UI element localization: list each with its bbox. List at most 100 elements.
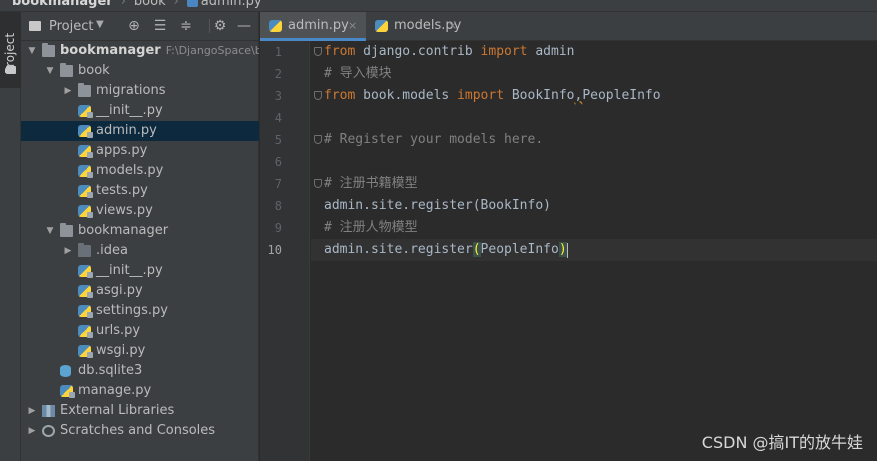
project-tool-button[interactable]: Project xyxy=(0,12,21,88)
collapse-all-icon[interactable]: ≑ xyxy=(177,17,195,35)
python-file-icon xyxy=(78,285,93,298)
line-number: 3 xyxy=(274,89,282,103)
code-line[interactable]: # 注册书籍模型 xyxy=(311,173,877,195)
code-token: ( xyxy=(472,242,481,257)
code-line[interactable]: # Register your models here. xyxy=(311,129,877,151)
tree-item-label: db.sqlite3 xyxy=(78,361,142,381)
code-token: django.contrib xyxy=(355,44,481,59)
folder-icon xyxy=(60,63,73,77)
code-line[interactable] xyxy=(311,151,877,173)
code-token: import xyxy=(480,44,528,59)
tree-item-name: asgi.py xyxy=(96,283,143,298)
chevron-right-icon[interactable]: ▶ xyxy=(27,401,37,421)
chevron-right-icon[interactable]: ▶ xyxy=(63,81,73,101)
code-line[interactable]: from django.contrib import admin xyxy=(311,41,877,63)
fold-marker-icon[interactable] xyxy=(314,91,322,100)
line-number: 1 xyxy=(274,45,282,59)
line-number: 7 xyxy=(274,177,282,191)
tree-item-name: Scratches and Consoles xyxy=(60,423,216,438)
chevron-down-icon[interactable]: ▼ xyxy=(45,61,55,81)
fold-marker-icon[interactable] xyxy=(314,47,322,56)
code-token: from xyxy=(324,44,356,59)
python-file-icon xyxy=(269,20,282,32)
breadcrumb-folder[interactable]: book xyxy=(134,0,166,9)
tree-item[interactable]: ▼ bookmanager xyxy=(21,221,259,241)
tree-item[interactable]: ▶ Scratches and Consoles xyxy=(21,421,259,441)
python-file-icon xyxy=(78,165,93,178)
tree-item-label: admin.py xyxy=(96,121,157,141)
folder-icon xyxy=(6,66,16,74)
fold-marker-icon[interactable] xyxy=(314,135,322,144)
tree-item[interactable]: ▼ bookmanager F:\DjangoSpace\b xyxy=(21,41,259,61)
code-token: # 注册书籍模型 xyxy=(324,176,418,191)
expand-all-icon[interactable]: ☰ xyxy=(151,17,169,35)
close-icon[interactable]: × xyxy=(448,12,457,40)
tree-item-label: __init__.py xyxy=(96,261,163,281)
code-editor[interactable]: from django.contrib import admin # 导入模块 fr… xyxy=(311,41,877,461)
fold-marker-icon[interactable] xyxy=(314,179,322,188)
tab-admin-py[interactable]: admin.py × xyxy=(260,12,366,41)
python-file-icon xyxy=(78,125,93,138)
tree-item[interactable]: apps.py xyxy=(21,141,259,161)
tree-item-name: models.py xyxy=(96,163,164,178)
tree-item-name: apps.py xyxy=(96,143,148,158)
code-line[interactable]: # 导入模块 xyxy=(311,63,877,85)
tree-item[interactable]: db.sqlite3 xyxy=(21,361,259,381)
tree-item-label: bookmanager xyxy=(78,221,168,241)
hide-panel-icon[interactable]: — xyxy=(235,17,253,35)
code-line[interactable]: from book.models import BookInfo,PeopleI… xyxy=(311,85,877,107)
tree-item[interactable]: models.py xyxy=(21,161,259,181)
tree-item[interactable]: wsgi.py xyxy=(21,341,259,361)
code-line[interactable]: admin.site.register(BookInfo) xyxy=(311,195,877,217)
database-icon xyxy=(60,365,71,377)
tree-item[interactable]: admin.py xyxy=(21,121,259,141)
breadcrumb-file[interactable]: admin.py xyxy=(201,0,262,9)
tree-item[interactable]: tests.py xyxy=(21,181,259,201)
project-panel: Project ▼ ⊕ ☰ ≑ ⚙ — ▼ bookmanager F:\Djang… xyxy=(21,12,259,461)
project-view-selector[interactable]: Project xyxy=(49,19,93,34)
python-file-icon xyxy=(60,385,75,398)
tree-item[interactable]: manage.py xyxy=(21,381,259,401)
line-number: 8 xyxy=(274,199,282,213)
tree-item-label: tests.py xyxy=(96,181,148,201)
tree-item[interactable]: settings.py xyxy=(21,301,259,321)
tree-item[interactable]: asgi.py xyxy=(21,281,259,301)
line-number: 10 xyxy=(267,243,282,257)
tree-item[interactable]: ▶ .idea xyxy=(21,241,259,261)
code-text: from book.models import BookInfo,PeopleI… xyxy=(324,85,661,107)
python-file-icon xyxy=(78,265,93,278)
tab-models-py[interactable]: models.py × xyxy=(366,12,466,41)
chevron-down-icon[interactable]: ▼ xyxy=(27,41,37,61)
editor-tabs: admin.py × models.py × xyxy=(260,12,877,41)
close-icon[interactable]: × xyxy=(348,12,357,40)
tree-item[interactable]: urls.py xyxy=(21,321,259,341)
code-line[interactable] xyxy=(311,107,877,129)
chevron-right-icon[interactable]: ▶ xyxy=(27,421,37,441)
tree-item[interactable]: ▶ External Libraries xyxy=(21,401,259,421)
chevron-down-icon[interactable]: ▼ xyxy=(45,221,55,241)
scratch-icon xyxy=(42,425,55,437)
tab-label: admin.py xyxy=(288,18,349,33)
tree-item[interactable]: __init__.py xyxy=(21,101,259,121)
project-panel-header: Project ▼ ⊕ ☰ ≑ ⚙ — xyxy=(21,12,259,41)
gear-icon[interactable]: ⚙ xyxy=(211,17,229,35)
tree-item[interactable]: __init__.py xyxy=(21,261,259,281)
breadcrumb-project[interactable]: bookmanager xyxy=(12,0,113,9)
chevron-right-icon[interactable]: ▶ xyxy=(63,241,73,261)
tree-item[interactable]: ▼ book xyxy=(21,61,259,81)
code-token: book.models xyxy=(355,88,458,103)
python-file-icon xyxy=(78,145,93,158)
folder-icon xyxy=(60,223,73,237)
tree-item-name: bookmanager xyxy=(78,223,169,238)
tree-item[interactable]: ▶ migrations xyxy=(21,81,259,101)
chevron-down-icon[interactable]: ▼ xyxy=(96,19,104,30)
breadcrumb: bookmanager › book › admin.py xyxy=(12,0,262,9)
code-line[interactable]: admin.site.register(PeopleInfo) xyxy=(311,239,877,261)
tree-item[interactable]: views.py xyxy=(21,201,259,221)
locate-file-icon[interactable]: ⊕ xyxy=(125,17,143,35)
code-token: admin.site.register(BookInfo) xyxy=(324,198,551,213)
code-line[interactable]: # 注册人物模型 xyxy=(311,217,877,239)
tree-item-name: admin.py xyxy=(96,123,157,138)
divider xyxy=(209,19,210,33)
tool-window-strip: Project xyxy=(0,12,21,461)
